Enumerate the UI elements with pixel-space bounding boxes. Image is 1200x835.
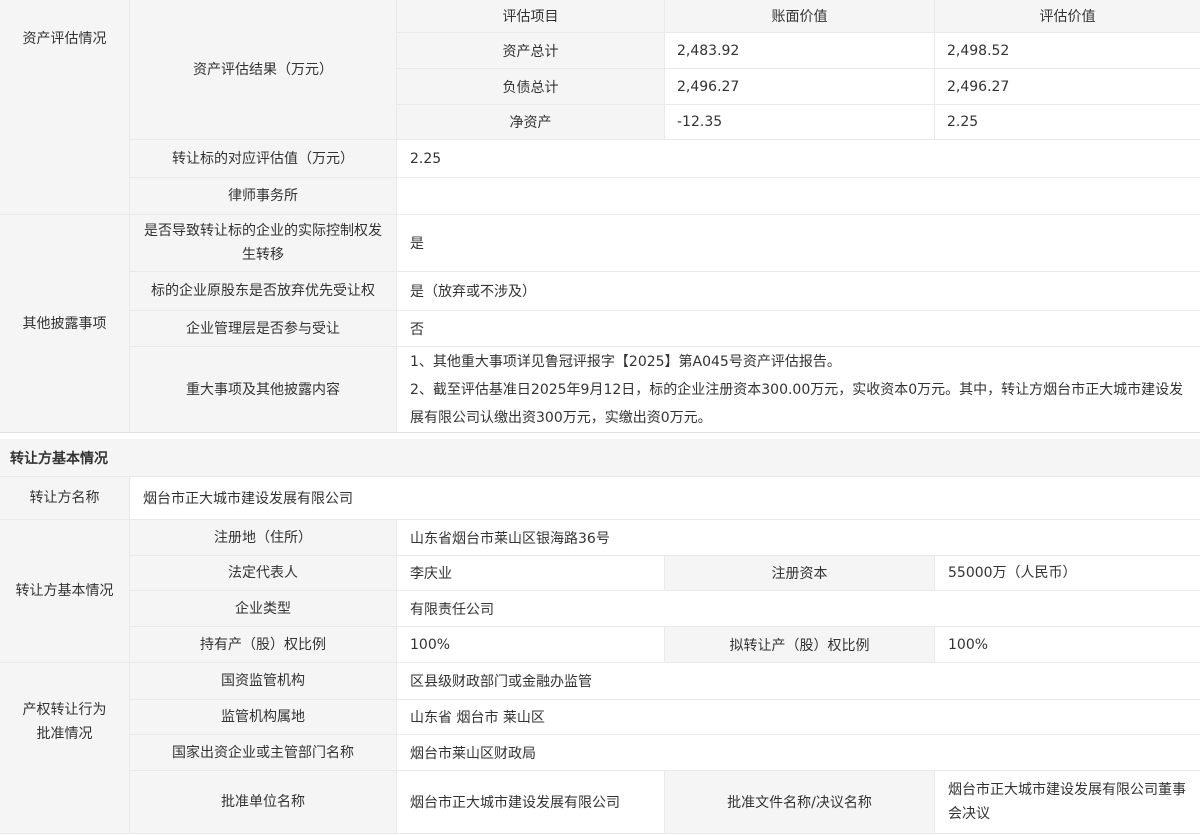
group-label-other-disclosure: 其他披露事项 (0, 215, 130, 432)
header-eval-item: 评估项目 (397, 0, 665, 32)
basic-info-rows: 注册地（住所） 山东省烟台市莱山区银海路36号 法定代表人 李庆业 注册资本 5… (130, 520, 1200, 662)
field-label-regulator-location: 监管机构属地 (130, 700, 397, 734)
approval-status-group: 产权转让行为 批准情况 国资监管机构 区县级财政部门或金融办监管 监管机构属地 … (0, 663, 1200, 834)
section-title-transferor: 转让方基本情况 (0, 439, 1200, 477)
target-assessed-value-row: 转让标的对应评估值（万元） 2.25 (130, 140, 1200, 178)
eval-item-cell: 资产总计 (397, 33, 665, 68)
field-value-regulator-location: 山东省 烟台市 莱山区 (397, 700, 1200, 734)
field-value-waiver: 是（放弃或不涉及） (397, 272, 1200, 310)
field-label-approval-unit: 批准单位名称 (130, 771, 397, 833)
field-label-transferor-name: 转让方名称 (0, 477, 130, 519)
assessed-value-cell: 2,496.27 (935, 69, 1200, 104)
eval-item-cell: 净资产 (397, 105, 665, 139)
header-book-value: 账面价值 (665, 0, 935, 32)
property-transfer-disclosure-page: 资产评估情况 资产评估结果（万元） 评估项目 账面价值 评估价值 资产总计 2,… (0, 0, 1200, 835)
field-label-waiver: 标的企业原股东是否放弃优先受让权 (130, 272, 397, 310)
book-value-cell: -12.35 (665, 105, 935, 139)
field-label-holding-ratio: 持有产（股）权比例 (130, 627, 397, 662)
field-label-legal-rep: 法定代表人 (130, 556, 397, 590)
field-value-legal-rep: 李庆业 (397, 556, 665, 590)
field-label-regulator: 国资监管机构 (130, 663, 397, 699)
other-disclosure-group: 其他披露事项 是否导致转让标的企业的实际控制权发生转移 是 标的企业原股东是否放… (0, 215, 1200, 433)
eval-item-cell: 负债总计 (397, 69, 665, 104)
transferor-name-row: 转让方名称 烟台市正大城市建设发展有限公司 (0, 477, 1200, 520)
assessed-value-cell: 2.25 (935, 105, 1200, 139)
field-value-law-firm (397, 178, 1200, 214)
transferor-basic-info-group: 转让方基本情况 注册地（住所） 山东省烟台市莱山区银海路36号 法定代表人 李庆… (0, 520, 1200, 663)
field-value-company-type: 有限责任公司 (397, 591, 1200, 626)
table-row-net-assets: 净资产 -12.35 2.25 (397, 105, 1200, 139)
registered-address-row: 注册地（住所） 山东省烟台市莱山区银海路36号 (130, 520, 1200, 556)
group-label-asset-evaluation: 资产评估情况 (0, 0, 130, 214)
approval-rows: 国资监管机构 区县级财政部门或金融办监管 监管机构属地 山东省 烟台市 莱山区 … (130, 663, 1200, 833)
group-label-basic-info: 转让方基本情况 (0, 520, 130, 662)
major-matters-line-1: 1、其他重大事项详见鲁冠评报字【2025】第A045号资产评估报告。 (410, 348, 841, 376)
group-label-text: 资产评估情况 (23, 27, 107, 51)
field-label-major-matters: 重大事项及其他披露内容 (130, 347, 397, 432)
book-value-cell: 2,483.92 (665, 33, 935, 68)
group-label-text-line2: 批准情况 (37, 722, 93, 746)
management-participation-row: 企业管理层是否参与受让 否 (130, 311, 1200, 347)
field-value-state-entity: 烟台市莱山区财政局 (397, 735, 1200, 770)
law-firm-row: 律师事务所 (130, 178, 1200, 214)
field-label-registered-capital: 注册资本 (665, 556, 935, 590)
group-label-text-line1: 产权转让行为 (23, 698, 107, 722)
other-disclosure-rows: 是否导致转让标的企业的实际控制权发生转移 是 标的企业原股东是否放弃优先受让权 … (130, 215, 1200, 432)
table-row-total-liabilities: 负债总计 2,496.27 2,496.27 (397, 69, 1200, 105)
field-value-holding-ratio: 100% (397, 627, 665, 662)
table-row-total-assets: 资产总计 2,483.92 2,498.52 (397, 33, 1200, 69)
field-value-transfer-ratio: 100% (935, 627, 1200, 662)
field-label-law-firm: 律师事务所 (130, 178, 397, 214)
field-label-control-transfer: 是否导致转让标的企业的实际控制权发生转移 (130, 215, 397, 271)
field-label-transfer-ratio: 拟转让产（股）权比例 (665, 627, 935, 662)
header-assessed-value: 评估价值 (935, 0, 1200, 32)
group-label-approval-status: 产权转让行为 批准情况 (0, 663, 130, 833)
field-value-control-transfer: 是 (397, 215, 1200, 271)
field-value-approval-unit: 烟台市正大城市建设发展有限公司 (397, 771, 665, 833)
book-value-cell: 2,496.27 (665, 69, 935, 104)
state-entity-row: 国家出资企业或主管部门名称 烟台市莱山区财政局 (130, 735, 1200, 771)
evaluation-table: 评估项目 账面价值 评估价值 资产总计 2,483.92 2,498.52 负债… (397, 0, 1200, 139)
field-label-management: 企业管理层是否参与受让 (130, 311, 397, 346)
asset-evaluation-rows: 资产评估结果（万元） 评估项目 账面价值 评估价值 资产总计 2,483.92 … (130, 0, 1200, 214)
waiver-row: 标的企业原股东是否放弃优先受让权 是（放弃或不涉及） (130, 272, 1200, 311)
approval-unit-row: 批准单位名称 烟台市正大城市建设发展有限公司 批准文件名称/决议名称 烟台市正大… (130, 771, 1200, 833)
field-value-approval-document: 烟台市正大城市建设发展有限公司董事会决议 (935, 771, 1200, 833)
regulator-location-row: 监管机构属地 山东省 烟台市 莱山区 (130, 700, 1200, 735)
group-label-text: 其他披露事项 (23, 312, 107, 336)
legal-rep-row: 法定代表人 李庆业 注册资本 55000万（人民币） (130, 556, 1200, 591)
field-value-address: 山东省烟台市莱山区银海路36号 (397, 520, 1200, 555)
field-label-eval-result: 资产评估结果（万元） (130, 0, 397, 139)
field-value-target-value: 2.25 (397, 140, 1200, 177)
field-label-state-entity: 国家出资企业或主管部门名称 (130, 735, 397, 770)
major-matters-row: 重大事项及其他披露内容 1、其他重大事项详见鲁冠评报字【2025】第A045号资… (130, 347, 1200, 432)
group-label-text: 转让方基本情况 (16, 579, 114, 603)
section-title-text: 转让方基本情况 (10, 448, 108, 468)
field-label-address: 注册地（住所） (130, 520, 397, 555)
field-value-major-matters: 1、其他重大事项详见鲁冠评报字【2025】第A045号资产评估报告。 2、截至评… (397, 347, 1200, 432)
field-value-regulator: 区县级财政部门或金融办监管 (397, 663, 1200, 699)
asset-evaluation-group: 资产评估情况 资产评估结果（万元） 评估项目 账面价值 评估价值 资产总计 2,… (0, 0, 1200, 215)
evaluation-table-header-row: 评估项目 账面价值 评估价值 (397, 0, 1200, 33)
field-label-company-type: 企业类型 (130, 591, 397, 626)
holding-ratio-row: 持有产（股）权比例 100% 拟转让产（股）权比例 100% (130, 627, 1200, 662)
field-value-management: 否 (397, 311, 1200, 346)
field-value-registered-capital: 55000万（人民币） (935, 556, 1200, 590)
control-transfer-row: 是否导致转让标的企业的实际控制权发生转移 是 (130, 215, 1200, 272)
major-matters-line-2: 2、截至评估基准日2025年9月12日，标的企业注册资本300.00万元，实收资… (410, 376, 1187, 432)
field-label-target-value: 转让标的对应评估值（万元） (130, 140, 397, 177)
field-value-transferor-name: 烟台市正大城市建设发展有限公司 (130, 477, 1200, 519)
field-label-approval-document: 批准文件名称/决议名称 (665, 771, 935, 833)
regulator-row: 国资监管机构 区县级财政部门或金融办监管 (130, 663, 1200, 700)
assessed-value-cell: 2,498.52 (935, 33, 1200, 68)
asset-eval-result-row: 资产评估结果（万元） 评估项目 账面价值 评估价值 资产总计 2,483.92 … (130, 0, 1200, 140)
company-type-row: 企业类型 有限责任公司 (130, 591, 1200, 627)
